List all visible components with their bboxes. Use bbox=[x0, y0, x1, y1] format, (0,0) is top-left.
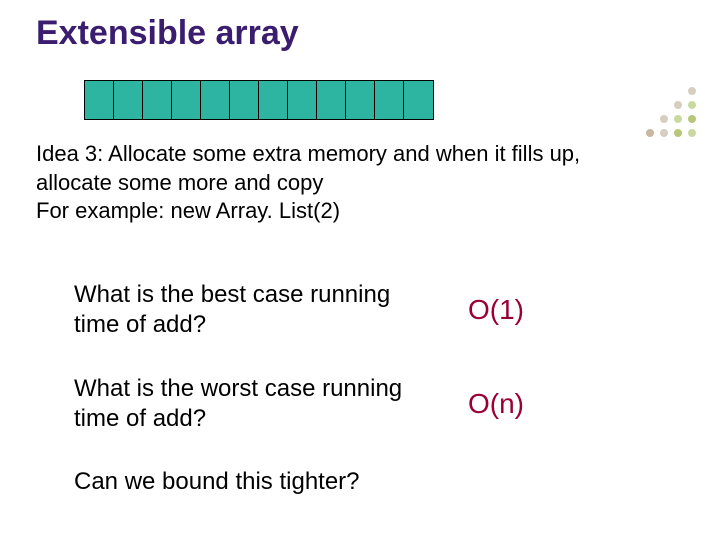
array-cell bbox=[346, 81, 375, 119]
array-diagram bbox=[84, 80, 434, 120]
q2-line1: What is the worst case running bbox=[74, 375, 402, 402]
question-2-text: What is the worst case running time of a… bbox=[74, 374, 444, 434]
array-cell bbox=[172, 81, 201, 119]
idea-line-2: allocate some more and copy bbox=[36, 169, 656, 198]
answer-2: O(n) bbox=[468, 388, 524, 420]
array-cell bbox=[85, 81, 114, 119]
q1-line1: What is the best case running bbox=[74, 281, 390, 308]
idea-text: Idea 3: Allocate some extra memory and w… bbox=[36, 140, 656, 226]
array-cell bbox=[259, 81, 288, 119]
question-3-text: Can we bound this tighter? bbox=[74, 468, 634, 496]
array-cell bbox=[404, 81, 433, 119]
question-row-1: What is the best case running time of ad… bbox=[74, 280, 634, 340]
questions-block: What is the best case running time of ad… bbox=[74, 280, 634, 496]
array-cell bbox=[317, 81, 346, 119]
array-cell bbox=[288, 81, 317, 119]
q1-line2: time of add? bbox=[74, 311, 206, 338]
decorative-dots-icon bbox=[640, 78, 710, 148]
array-cell bbox=[375, 81, 404, 119]
question-row-2: What is the worst case running time of a… bbox=[74, 374, 634, 434]
slide-title: Extensible array bbox=[36, 14, 299, 53]
idea-line-1: Idea 3: Allocate some extra memory and w… bbox=[36, 140, 656, 169]
array-cell bbox=[230, 81, 259, 119]
array-cell bbox=[114, 81, 143, 119]
slide: Extensible array Idea 3: Allocate some e… bbox=[0, 0, 720, 540]
array-cell bbox=[201, 81, 230, 119]
answer-1: O(1) bbox=[468, 294, 524, 326]
question-1-text: What is the best case running time of ad… bbox=[74, 280, 444, 340]
q2-line2: time of add? bbox=[74, 405, 206, 432]
idea-line-3: For example: new Array. List(2) bbox=[36, 197, 656, 226]
array-cell bbox=[143, 81, 172, 119]
